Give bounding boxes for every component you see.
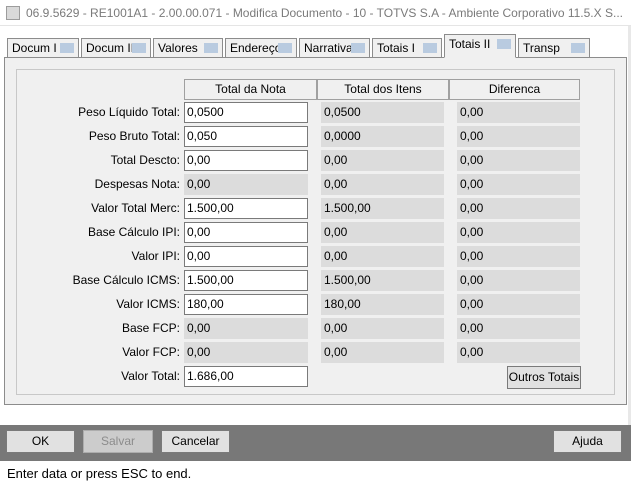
diferenca-field: 0,00 bbox=[457, 246, 580, 267]
cancelar-button[interactable]: Cancelar bbox=[161, 430, 230, 453]
total-nota-field[interactable]: 1.500,00 bbox=[184, 198, 308, 219]
diferenca-field: 0,00 bbox=[457, 270, 580, 291]
diferenca-field: 0,00 bbox=[457, 318, 580, 339]
tab-label: Totais I bbox=[377, 41, 416, 55]
total-nota-field[interactable]: 180,00 bbox=[184, 294, 308, 315]
tab-shade bbox=[423, 43, 437, 53]
total-nota-field[interactable]: 0,00 bbox=[184, 222, 308, 243]
total-itens-field: 180,00 bbox=[321, 294, 444, 315]
total-itens-field: 0,00 bbox=[321, 246, 444, 267]
tab-shade bbox=[204, 43, 218, 53]
button-bar: OK Salvar Cancelar Ajuda bbox=[0, 425, 631, 461]
tab-transp[interactable]: Transp bbox=[518, 38, 590, 57]
total-itens-field: 0,00 bbox=[321, 318, 444, 339]
total-nota-field[interactable]: 0,050 bbox=[184, 126, 308, 147]
row-label: Valor FCP: bbox=[122, 345, 180, 359]
valor-total-field[interactable]: 1.686,00 bbox=[184, 366, 308, 387]
row-label: Base Cálculo IPI: bbox=[87, 225, 180, 239]
total-itens-field: 0,0500 bbox=[321, 102, 444, 123]
tab-shade bbox=[571, 43, 585, 53]
total-itens-field: 0,0000 bbox=[321, 126, 444, 147]
total-itens-field: 0,00 bbox=[321, 222, 444, 243]
total-itens-field: 1.500,00 bbox=[321, 198, 444, 219]
tab-endereco[interactable]: Endereço bbox=[225, 38, 297, 57]
diferenca-field: 0,00 bbox=[457, 174, 580, 195]
total-nota-field[interactable]: 0,0500 bbox=[184, 102, 308, 123]
row-label: Despesas Nota: bbox=[94, 177, 180, 191]
tab-shade bbox=[132, 43, 146, 53]
tab-bar: Docum I Docum II Valores Endereço Narrat… bbox=[0, 26, 631, 58]
tab-label: Endereço bbox=[230, 41, 282, 55]
tab-shade bbox=[60, 43, 74, 53]
salvar-button[interactable]: Salvar bbox=[83, 430, 153, 453]
outros-totais-button[interactable]: Outros Totais bbox=[507, 366, 581, 389]
tab-shade bbox=[278, 43, 292, 53]
tab-narrativa[interactable]: Narrativa bbox=[299, 38, 370, 57]
diferenca-field: 0,00 bbox=[457, 102, 580, 123]
diferenca-field: 0,00 bbox=[457, 222, 580, 243]
tab-docum-ii[interactable]: Docum II bbox=[81, 38, 151, 57]
tab-label: Valores bbox=[158, 41, 198, 55]
row-label: Valor Total Merc: bbox=[91, 201, 180, 215]
tab-totais-ii[interactable]: Totais II bbox=[444, 34, 516, 58]
total-nota-field: 0,00 bbox=[184, 318, 308, 339]
row-label: Peso Bruto Total: bbox=[88, 129, 180, 143]
column-header-total-itens: Total dos Itens bbox=[317, 79, 449, 100]
total-itens-field: 1.500,00 bbox=[321, 270, 444, 291]
status-bar: Enter data or press ESC to end. bbox=[0, 461, 631, 487]
total-nota-field[interactable]: 0,00 bbox=[184, 150, 308, 171]
total-nota-field: 0,00 bbox=[184, 174, 308, 195]
ok-button[interactable]: OK bbox=[6, 430, 75, 453]
total-itens-field: 0,00 bbox=[321, 174, 444, 195]
window-title: 06.9.5629 - RE1001A1 - 2.00.00.071 - Mod… bbox=[26, 5, 623, 20]
tab-label: Totais II bbox=[449, 37, 491, 51]
diferenca-field: 0,00 bbox=[457, 198, 580, 219]
title-bar: 06.9.5629 - RE1001A1 - 2.00.00.071 - Mod… bbox=[0, 0, 631, 26]
row-label: Valor ICMS: bbox=[116, 297, 180, 311]
tab-valores[interactable]: Valores bbox=[153, 38, 223, 57]
app-icon bbox=[6, 5, 20, 20]
tab-label: Docum II bbox=[86, 41, 135, 55]
tab-docum-i[interactable]: Docum I bbox=[7, 38, 79, 57]
row-label: Peso Líquido Total: bbox=[78, 105, 180, 119]
row-label: Valor IPI: bbox=[131, 249, 180, 263]
valor-total-label: Valor Total: bbox=[121, 369, 180, 383]
total-itens-field: 0,00 bbox=[321, 150, 444, 171]
total-itens-field: 0,00 bbox=[321, 342, 444, 363]
total-nota-field[interactable]: 1.500,00 bbox=[184, 270, 308, 291]
diferenca-field: 0,00 bbox=[457, 126, 580, 147]
row-label: Base Cálculo ICMS: bbox=[72, 273, 180, 287]
tab-label: Narrativa bbox=[304, 41, 353, 55]
row-label: Total Descto: bbox=[110, 153, 180, 167]
diferenca-field: 0,00 bbox=[457, 150, 580, 171]
tab-shade bbox=[351, 43, 365, 53]
total-nota-field[interactable]: 0,00 bbox=[184, 246, 308, 267]
tab-shade bbox=[497, 39, 511, 49]
diferenca-field: 0,00 bbox=[457, 294, 580, 315]
column-header-total-nota: Total da Nota bbox=[184, 79, 317, 100]
row-label: Base FCP: bbox=[121, 321, 180, 335]
diferenca-field: 0,00 bbox=[457, 342, 580, 363]
total-nota-field: 0,00 bbox=[184, 342, 308, 363]
tab-totais-i[interactable]: Totais I bbox=[372, 38, 442, 57]
tab-label: Docum I bbox=[12, 41, 57, 55]
tab-label: Transp bbox=[523, 41, 560, 55]
ajuda-button[interactable]: Ajuda bbox=[553, 430, 622, 453]
column-header-diferenca: Diferenca bbox=[449, 79, 580, 100]
